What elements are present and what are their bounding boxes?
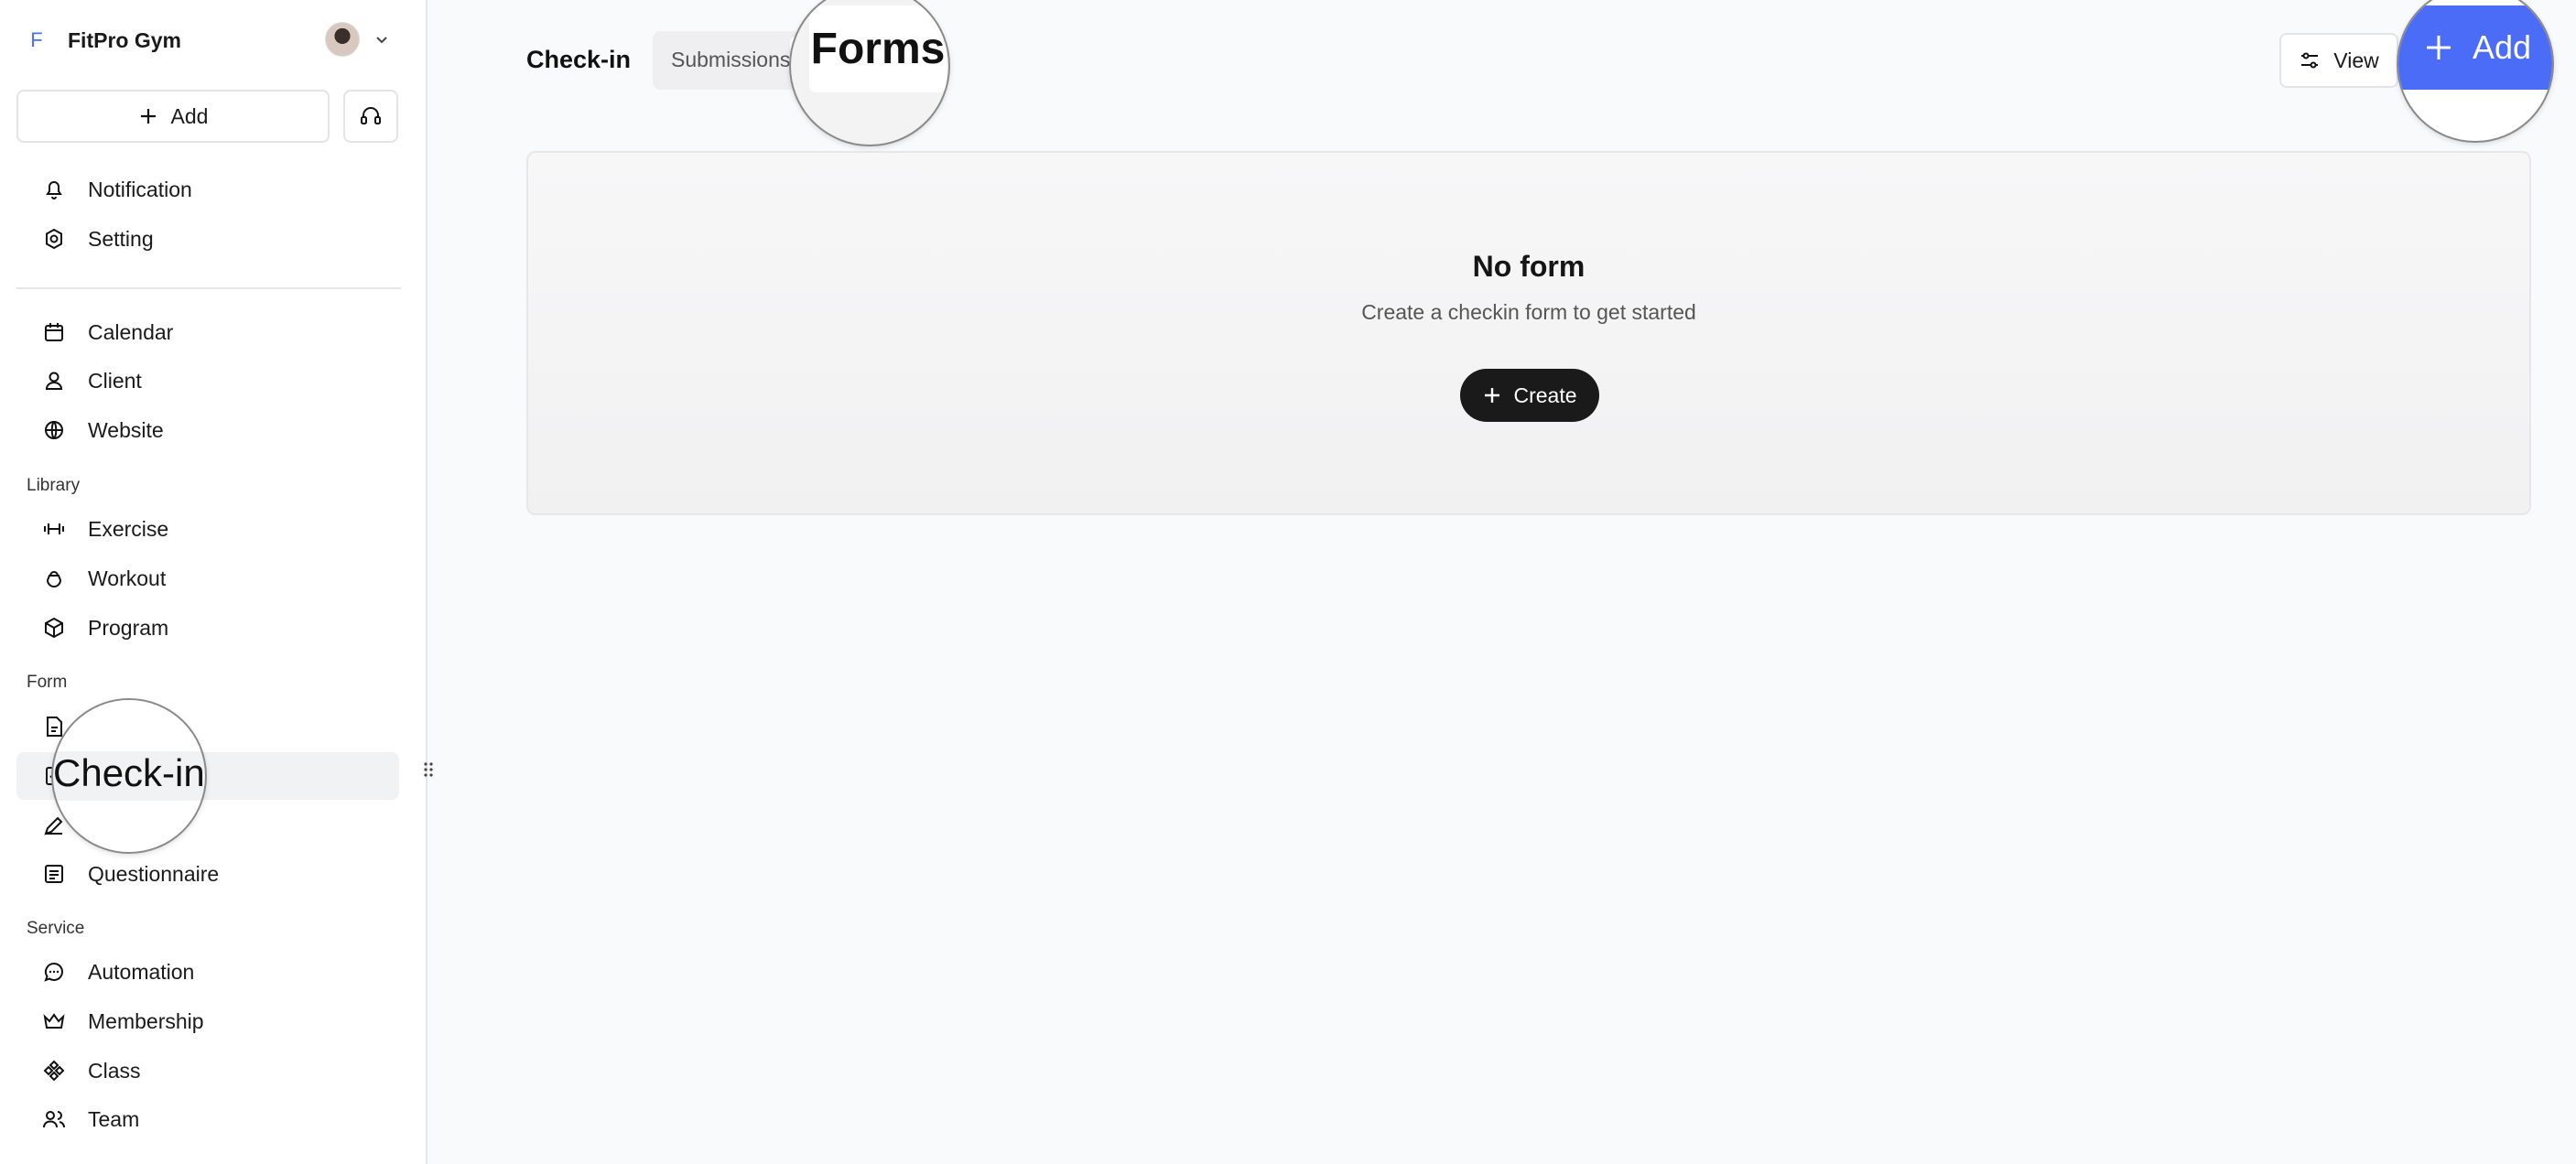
brand-initial: F: [30, 28, 43, 51]
tab-submissions[interactable]: Submissions: [671, 48, 790, 72]
sidebar-item-label: Workout: [88, 566, 167, 590]
sidebar-item-label: Membership: [88, 1008, 204, 1033]
sidebar: F FitPro Gym Add Notification Setting Ca…: [0, 0, 433, 1164]
user-icon: [45, 372, 63, 390]
section-label-library: Library: [27, 476, 81, 495]
sidebar-item-label: Team: [88, 1106, 140, 1131]
plus-icon: [140, 109, 156, 124]
list-icon: [45, 865, 63, 883]
dumbbell-icon: [44, 523, 64, 534]
app-root: F FitPro Gym Add Notification Setting Ca…: [0, 0, 2576, 1164]
empty-state-title: No form: [1472, 250, 1586, 283]
sidebar-item-website[interactable]: Website: [16, 406, 399, 454]
avatar: [325, 22, 360, 57]
kettlebell-icon: [46, 571, 62, 587]
class-icon: [43, 1060, 65, 1082]
section-label-form: Form: [27, 673, 68, 692]
account-menu[interactable]: [325, 22, 389, 57]
sidebar-item-label: Exercise: [88, 516, 169, 541]
globe-icon: [45, 421, 63, 439]
magnifier-add-button: Add: [2397, 0, 2554, 143]
sidebar-item-label: Questionnaire: [88, 861, 220, 886]
brand-name: FitPro Gym: [68, 27, 181, 52]
gear-icon: [46, 228, 62, 250]
plus-icon: [2426, 36, 2451, 59]
sidebar-item-calendar[interactable]: Calendar: [16, 308, 399, 356]
empty-state-card: No form Create a checkin form to get sta…: [526, 151, 2531, 515]
checkin-magnified-label: Check-in: [53, 751, 205, 794]
sidebar-item-label: Automation: [88, 959, 195, 984]
sidebar-item-label: Setting: [88, 226, 154, 251]
empty-state-subtitle: Create a checkin form to get started: [1361, 300, 1696, 324]
add-button-magnified[interactable]: Add: [2398, 5, 2552, 90]
sidebar-resize-handle[interactable]: [421, 759, 436, 781]
sidebar-item-exercise[interactable]: Exercise: [16, 505, 399, 553]
sidebar-add-label: Add: [170, 103, 209, 128]
sidebar-item-questionnaire[interactable]: Questionnaire: [16, 850, 399, 898]
team-icon: [43, 1111, 65, 1128]
sidebar-item-label: Website: [88, 417, 164, 442]
support-button[interactable]: [343, 90, 398, 143]
plus-icon: [1485, 388, 1500, 403]
page-title: Check-in: [526, 46, 632, 73]
sliders-icon: [2301, 52, 2319, 69]
add-button-label: Add: [2472, 28, 2532, 66]
sidebar-item-client[interactable]: Client: [16, 357, 399, 404]
view-button-label: View: [2333, 48, 2379, 72]
sidebar-add-button[interactable]: Add: [16, 90, 330, 143]
chevron-down-icon: [376, 37, 387, 44]
sidebar-item-label: Notification: [88, 177, 192, 201]
workspace-switcher[interactable]: F FitPro Gym: [26, 20, 181, 60]
sidebar-item-class[interactable]: Class: [16, 1047, 399, 1094]
sidebar-item-notification[interactable]: Notification: [16, 166, 399, 213]
chat-icon: [44, 962, 63, 982]
section-label-service: Service: [27, 919, 85, 938]
sidebar-item-team[interactable]: Team: [16, 1095, 399, 1143]
create-button-label: Create: [1513, 383, 1577, 407]
sidebar-item-membership[interactable]: Membership: [16, 997, 399, 1045]
sidebar-item-label: Calendar: [88, 319, 174, 344]
sidebar-divider: [16, 287, 401, 289]
sidebar-item-program[interactable]: Program: [16, 604, 399, 652]
magnifier-forms-tab: Forms: [789, 0, 950, 146]
sidebar-item-label: Class: [88, 1058, 141, 1083]
sidebar-item-workout[interactable]: Workout: [16, 555, 399, 602]
magnifier-bg-top: [53, 700, 205, 751]
headset-icon: [361, 107, 381, 124]
sidebar-item-setting[interactable]: Setting: [16, 215, 399, 263]
grip-icon: [424, 762, 433, 777]
sidebar-item-label: Client: [88, 368, 142, 393]
sidebar-item-label: Program: [88, 615, 169, 640]
view-button[interactable]: View: [2279, 33, 2398, 88]
create-form-button[interactable]: Create: [1460, 369, 1599, 422]
bell-icon: [46, 181, 62, 199]
magnifier-checkin-item: Check-in: [51, 698, 207, 854]
crown-icon: [43, 1013, 65, 1029]
calendar-icon: [45, 323, 63, 341]
magnifier-bg-bottom: [53, 801, 205, 852]
tab-forms-label[interactable]: Forms: [809, 5, 947, 92]
box-icon: [45, 617, 63, 639]
sidebar-item-automation[interactable]: Automation: [16, 948, 399, 996]
